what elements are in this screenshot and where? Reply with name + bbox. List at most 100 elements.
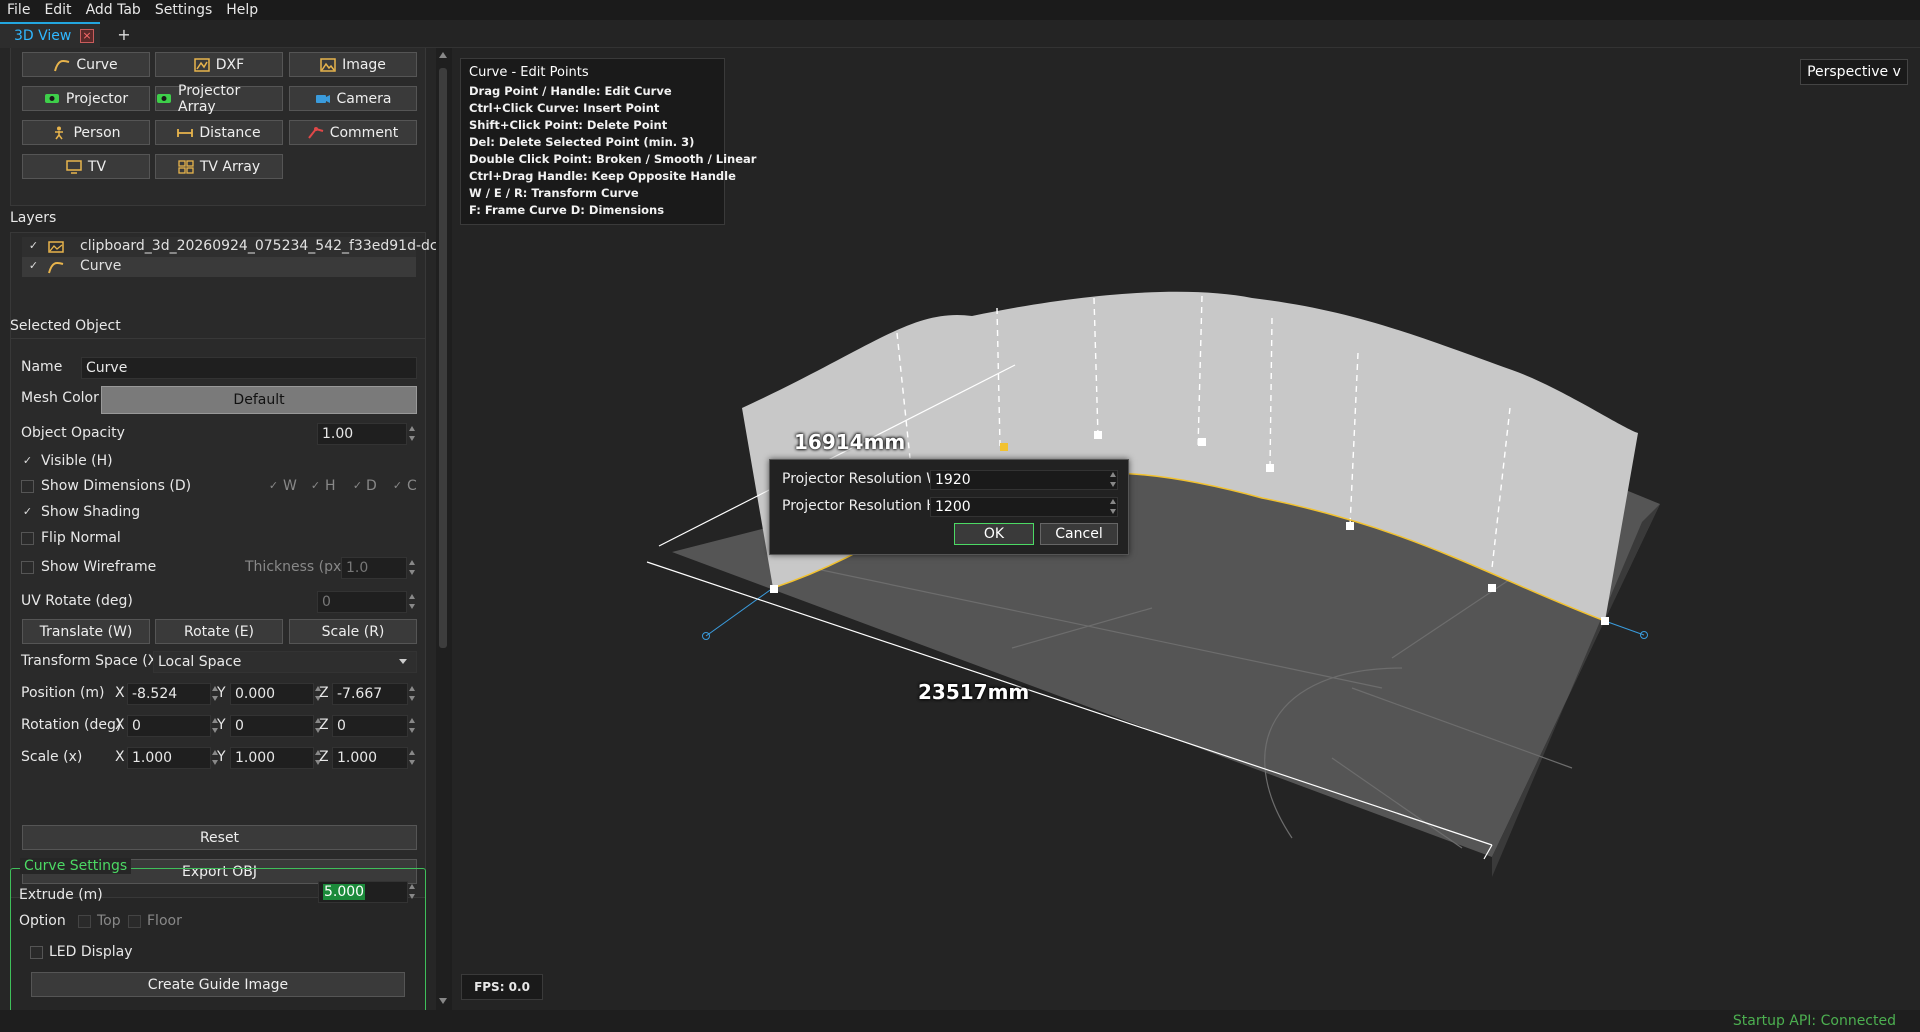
opacity-spinner[interactable] <box>409 423 417 445</box>
menu-add-tab[interactable]: Add Tab <box>79 0 148 20</box>
curve-control-point[interactable] <box>1198 438 1206 446</box>
left-panel-scrollbar[interactable] <box>436 48 450 1010</box>
rotation-y-field[interactable]: 0 <box>230 715 314 737</box>
layer-item-label: clipboard_3d_20260924_075234_542_f33ed91… <box>80 238 438 254</box>
add-tab-button[interactable]: + <box>112 22 136 48</box>
curve-button[interactable]: Curve <box>22 52 150 77</box>
reset-button[interactable]: Reset <box>22 825 417 850</box>
menu-settings[interactable]: Settings <box>148 0 219 20</box>
menu-file[interactable]: File <box>0 0 37 20</box>
dxf-icon <box>194 57 210 72</box>
thickness-field[interactable]: 1.0 <box>341 557 407 579</box>
flip-normal-checkbox[interactable] <box>21 532 34 545</box>
projector-button[interactable]: Projector <box>22 86 150 111</box>
dimension-label-height: 16914mm <box>794 430 906 454</box>
mesh-color-button[interactable]: Default <box>101 386 417 414</box>
uv-rotate-field[interactable]: 0 <box>317 591 407 613</box>
rotation-z-field[interactable]: 0 <box>332 715 408 737</box>
tab-close-icon[interactable]: × <box>80 29 94 43</box>
dim-h-checkbox[interactable]: ✓ <box>309 480 322 493</box>
resolution-h-spinner[interactable] <box>1110 496 1118 518</box>
position-label: Position (m) <box>21 685 105 701</box>
layer-visible-checkbox[interactable]: ✓ <box>27 240 40 253</box>
show-dimensions-checkbox[interactable] <box>21 480 34 493</box>
scale-z-field[interactable]: 1.000 <box>332 747 408 769</box>
name-label: Name <box>21 359 63 375</box>
curve-control-point[interactable] <box>1488 584 1496 592</box>
comment-button-label: Comment <box>329 124 399 141</box>
curve-control-point-selected[interactable] <box>1000 443 1008 451</box>
position-x-field[interactable]: -8.524 <box>127 683 211 705</box>
tv-button[interactable]: TV <box>22 154 150 179</box>
translate-button[interactable]: Translate (W) <box>22 619 150 644</box>
extrude-field[interactable]: 5.000 <box>318 881 408 903</box>
dim-d-checkbox[interactable]: ✓ <box>351 480 364 493</box>
name-field[interactable]: Curve <box>81 357 417 379</box>
floor-checkbox[interactable] <box>128 915 141 928</box>
curve-control-point[interactable] <box>1346 522 1354 530</box>
comment-button[interactable]: Comment <box>289 120 417 145</box>
dim-h-label: H <box>325 478 336 494</box>
transform-space-select[interactable]: Local Space <box>153 651 417 673</box>
scale-z-spinner[interactable] <box>409 747 417 769</box>
scroll-down-icon[interactable] <box>439 998 447 1004</box>
top-checkbox[interactable] <box>78 915 91 928</box>
thickness-spinner[interactable] <box>409 557 417 579</box>
perspective-dropdown[interactable]: Perspective v <box>1800 59 1908 85</box>
led-display-label: LED Display <box>49 944 133 960</box>
layer-item[interactable]: ✓ clipboard_3d_20260924_075234_542_f33ed… <box>22 237 438 257</box>
rotation-x-field[interactable]: 0 <box>127 715 211 737</box>
extrude-spinner[interactable] <box>409 881 417 903</box>
curve-control-point[interactable] <box>1266 464 1274 472</box>
person-button-label: Person <box>73 124 121 141</box>
scale-x-field[interactable]: 1.000 <box>127 747 211 769</box>
dim-w-checkbox[interactable]: ✓ <box>267 480 280 493</box>
show-shading-checkbox[interactable]: ✓ <box>21 506 34 519</box>
top-label: Top <box>97 913 121 929</box>
opacity-label: Object Opacity <box>21 425 125 441</box>
image-button[interactable]: Image <box>289 52 417 77</box>
position-y-field[interactable]: 0.000 <box>230 683 314 705</box>
resolution-h-field[interactable]: 1200 <box>930 497 1118 517</box>
layer-item[interactable]: ✓ Curve <box>22 257 416 277</box>
led-display-checkbox[interactable] <box>30 946 43 959</box>
scale-x-label: X <box>115 749 125 765</box>
ok-button[interactable]: OK <box>954 523 1034 545</box>
scroll-up-icon[interactable] <box>439 52 447 58</box>
dim-c-checkbox[interactable]: ✓ <box>391 480 404 493</box>
curve-control-point[interactable] <box>1601 617 1609 625</box>
person-button[interactable]: Person <box>22 120 150 145</box>
projector-array-button[interactable]: Projector Array <box>155 83 283 115</box>
create-guide-image-button[interactable]: Create Guide Image <box>31 972 405 997</box>
visible-checkbox[interactable]: ✓ <box>21 455 34 468</box>
dxf-button[interactable]: DXF <box>155 52 283 77</box>
dim-w-label: W <box>283 478 297 494</box>
position-z-field[interactable]: -7.667 <box>332 683 408 705</box>
opacity-field[interactable]: 1.00 <box>317 423 407 445</box>
resolution-w-spinner[interactable] <box>1110 469 1118 491</box>
camera-button-label: Camera <box>336 90 392 107</box>
curve-control-point[interactable] <box>1094 431 1102 439</box>
scale-y-field[interactable]: 1.000 <box>230 747 314 769</box>
curve-control-point[interactable] <box>770 585 778 593</box>
cancel-button[interactable]: Cancel <box>1040 523 1118 545</box>
person-icon <box>51 126 67 140</box>
rotation-z-spinner[interactable] <box>409 715 417 737</box>
show-wireframe-checkbox[interactable] <box>21 561 34 574</box>
position-z-spinner[interactable] <box>409 683 417 705</box>
resolution-w-label: Projector Resolution W <box>782 471 941 487</box>
menu-help[interactable]: Help <box>219 0 265 20</box>
menu-edit[interactable]: Edit <box>37 0 78 20</box>
option-label: Option <box>19 913 66 929</box>
scale-button[interactable]: Scale (R) <box>289 619 417 644</box>
uv-rotate-spinner[interactable] <box>409 591 417 613</box>
distance-button[interactable]: Distance <box>155 120 283 145</box>
rotate-button[interactable]: Rotate (E) <box>155 619 283 644</box>
layer-visible-checkbox[interactable]: ✓ <box>27 260 40 273</box>
resolution-w-field[interactable]: 1920 <box>930 470 1118 490</box>
tab-3d-view[interactable]: 3D View × <box>0 22 100 48</box>
tv-array-button[interactable]: TV Array <box>155 154 283 179</box>
scrollbar-thumb[interactable] <box>439 68 447 648</box>
mesh-color-label: Mesh Color <box>21 390 99 406</box>
camera-button[interactable]: Camera <box>289 86 417 111</box>
